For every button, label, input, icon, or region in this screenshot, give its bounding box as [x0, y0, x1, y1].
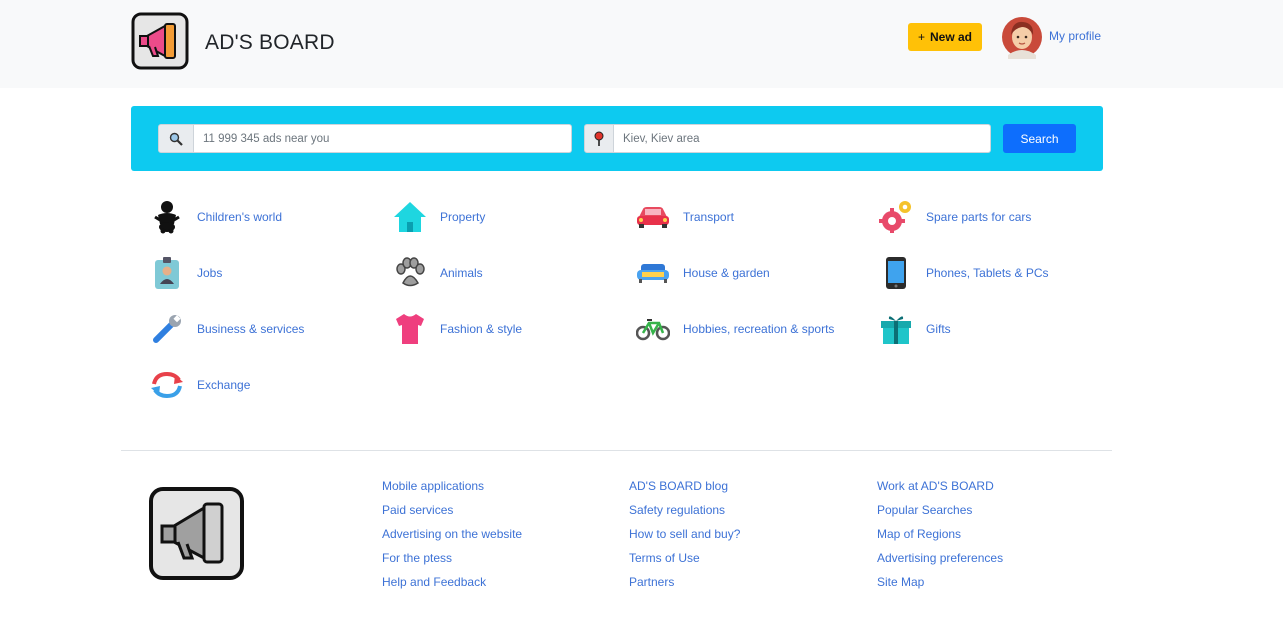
search-input[interactable]: [194, 124, 572, 153]
footer-link-help[interactable]: Help and Feedback: [382, 570, 522, 594]
category-gifts[interactable]: Gifts: [878, 311, 1121, 347]
category-business-services[interactable]: Business & services: [149, 311, 392, 347]
search-button[interactable]: Search: [1003, 124, 1076, 153]
badge-icon: [149, 255, 185, 291]
category-label: Fashion & style: [440, 322, 523, 336]
footer-column-1: Mobile applications Paid services Advert…: [382, 474, 522, 594]
category-label: Exchange: [197, 378, 251, 392]
bicycle-icon: [635, 311, 671, 347]
header: AD'S BOARD + New ad My profile: [0, 0, 1283, 88]
category-grid: Children's world Property Transport Spar…: [149, 199, 1129, 423]
search-panel: Search: [131, 106, 1103, 171]
gear-icon: [878, 199, 914, 235]
footer-link-press[interactable]: For the ptess: [382, 546, 522, 570]
footer-link-mobile-apps[interactable]: Mobile applications: [382, 474, 522, 498]
category-label: Animals: [440, 266, 483, 280]
category-label: Transport: [683, 210, 734, 224]
footer-link-safety[interactable]: Safety regulations: [629, 498, 740, 522]
footer-link-popular-searches[interactable]: Popular Searches: [877, 498, 1003, 522]
footer-link-work[interactable]: Work at AD'S BOARD: [877, 474, 1003, 498]
category-phones-tablets-pcs[interactable]: Phones, Tablets & PCs: [878, 255, 1121, 291]
category-label: Children's world: [197, 210, 282, 224]
gift-icon: [878, 311, 914, 347]
footer-link-blog[interactable]: AD'S BOARD blog: [629, 474, 740, 498]
new-ad-button[interactable]: + New ad: [908, 23, 982, 51]
footer-link-ad-preferences[interactable]: Advertising preferences: [877, 546, 1003, 570]
footer-divider: [121, 450, 1112, 451]
footer-link-site-map[interactable]: Site Map: [877, 570, 1003, 594]
category-childrens-world[interactable]: Children's world: [149, 199, 392, 235]
avatar[interactable]: [1002, 15, 1042, 59]
category-label: Spare parts for cars: [926, 210, 1032, 224]
tshirt-icon: [392, 311, 428, 347]
my-profile-link[interactable]: My profile: [1049, 29, 1101, 43]
baby-icon: [149, 199, 185, 235]
category-label: Jobs: [197, 266, 223, 280]
footer-link-terms[interactable]: Terms of Use: [629, 546, 740, 570]
plus-icon: +: [917, 30, 925, 44]
category-jobs[interactable]: Jobs: [149, 255, 392, 291]
footer-link-advertising[interactable]: Advertising on the website: [382, 522, 522, 546]
paw-icon: [392, 255, 428, 291]
category-transport[interactable]: Transport: [635, 199, 878, 235]
footer-link-how-to-sell[interactable]: How to sell and buy?: [629, 522, 740, 546]
footer-link-partners[interactable]: Partners: [629, 570, 740, 594]
search-icon: [158, 124, 194, 153]
phone-icon: [878, 255, 914, 291]
category-animals[interactable]: Animals: [392, 255, 635, 291]
category-property[interactable]: Property: [392, 199, 635, 235]
category-label: Phones, Tablets & PCs: [926, 266, 1049, 280]
location-input[interactable]: [614, 124, 991, 153]
category-hobbies-recreation-sports[interactable]: Hobbies, recreation & sports: [635, 311, 878, 347]
wrench-icon: [149, 311, 185, 347]
category-fashion-style[interactable]: Fashion & style: [392, 311, 635, 347]
location-pin-icon: [584, 124, 614, 153]
megaphone-footer-logo-icon: [148, 486, 245, 581]
house-icon: [392, 199, 428, 235]
footer-column-3: Work at AD'S BOARD Popular Searches Map …: [877, 474, 1003, 594]
category-label: House & garden: [683, 266, 770, 280]
sofa-icon: [635, 255, 671, 291]
category-label: Hobbies, recreation & sports: [683, 322, 835, 336]
megaphone-logo-icon[interactable]: [131, 12, 189, 70]
category-label: Business & services: [197, 322, 305, 336]
new-ad-label: New ad: [930, 30, 973, 44]
category-exchange[interactable]: Exchange: [149, 367, 392, 403]
footer-link-paid-services[interactable]: Paid services: [382, 498, 522, 522]
category-label: Property: [440, 210, 486, 224]
footer-link-map-regions[interactable]: Map of Regions: [877, 522, 1003, 546]
category-spare-parts[interactable]: Spare parts for cars: [878, 199, 1121, 235]
footer-column-2: AD'S BOARD blog Safety regulations How t…: [629, 474, 740, 594]
site-brand: AD'S BOARD: [205, 31, 335, 54]
category-label: Gifts: [926, 322, 951, 336]
exchange-icon: [149, 367, 185, 403]
category-house-garden[interactable]: House & garden: [635, 255, 878, 291]
car-icon: [635, 199, 671, 235]
